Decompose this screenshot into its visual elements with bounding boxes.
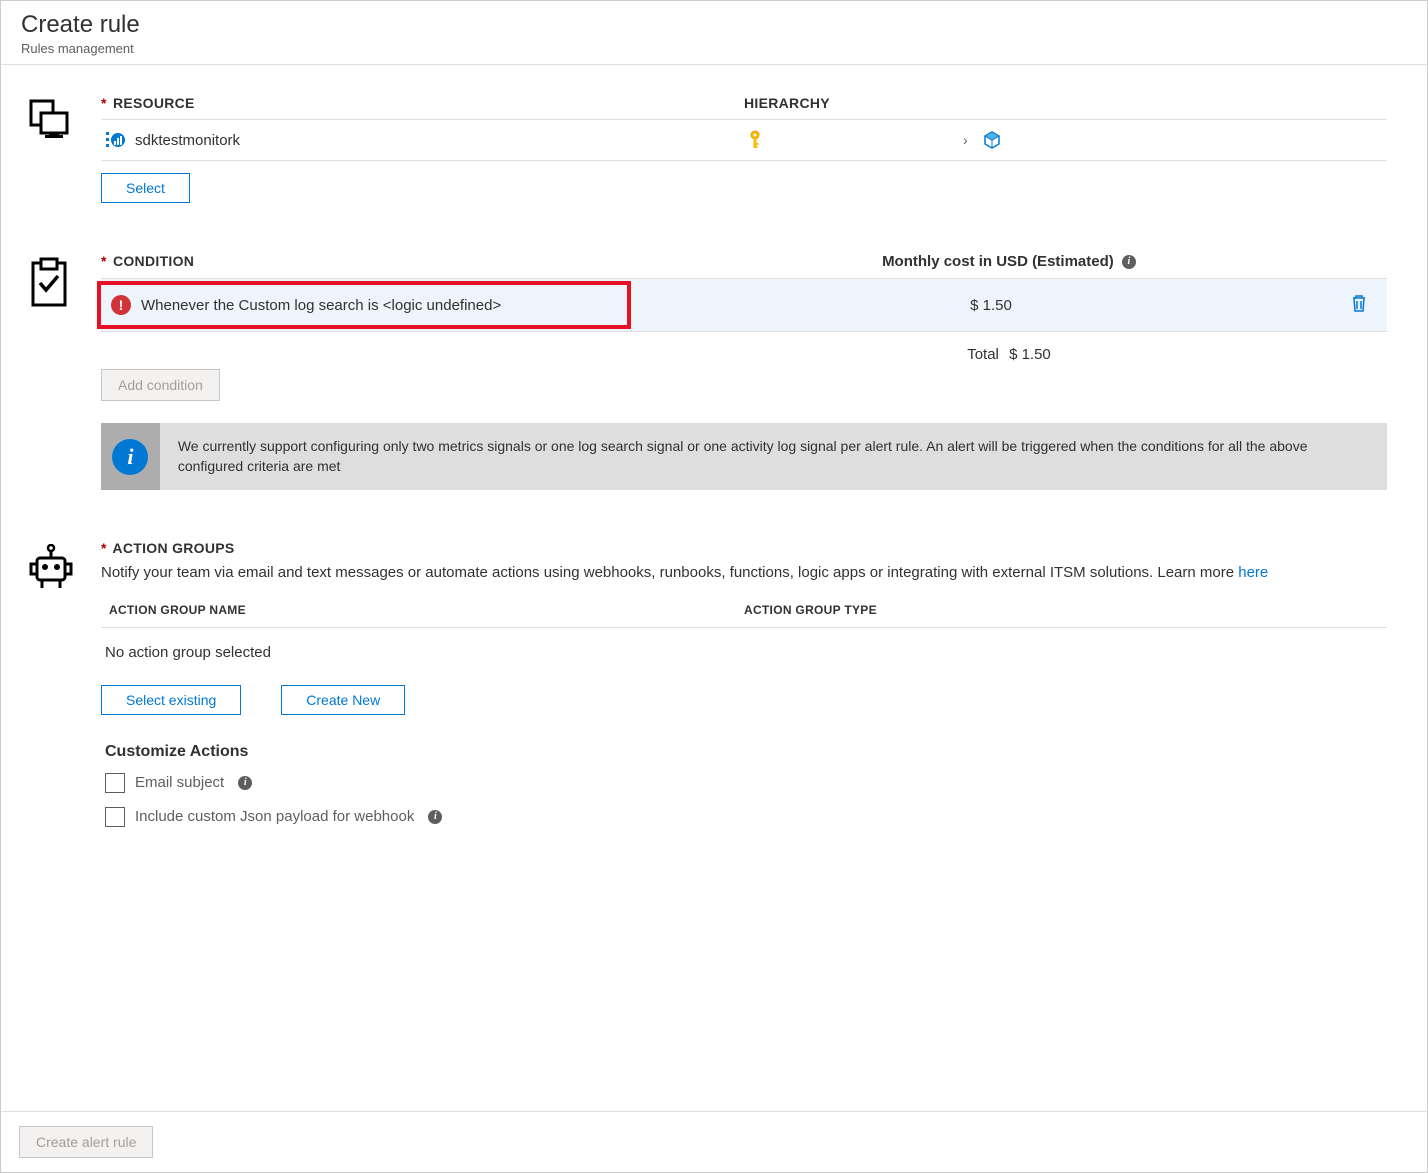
page-header: Create rule Rules management <box>1 1 1427 65</box>
condition-info-banner: i We currently support configuring only … <box>101 423 1387 490</box>
hierarchy-label: HIERARCHY <box>744 95 830 111</box>
condition-label: * CONDITION <box>101 253 194 269</box>
action-group-name-header: ACTION GROUP NAME <box>109 603 744 617</box>
required-indicator: * <box>101 540 107 556</box>
create-alert-rule-button: Create alert rule <box>19 1126 153 1158</box>
condition-section-icon <box>21 253 101 490</box>
email-subject-checkbox[interactable] <box>105 773 125 793</box>
email-subject-label: Email subject <box>135 774 224 791</box>
resource-section-icon <box>21 95 101 203</box>
resource-section: * RESOURCE HIERARCHY <box>21 95 1407 203</box>
action-groups-label: * ACTION GROUPS <box>101 540 235 556</box>
required-indicator: * <box>101 95 107 111</box>
info-icon[interactable]: i <box>1122 255 1136 269</box>
condition-item-row[interactable]: ! Whenever the Custom log search is <log… <box>101 279 1387 332</box>
clipboard-check-icon <box>27 257 71 309</box>
resource-label: * RESOURCE <box>101 95 195 111</box>
info-icon[interactable]: i <box>428 810 442 824</box>
robot-icon <box>27 544 75 592</box>
select-existing-button[interactable]: Select existing <box>101 685 241 715</box>
learn-more-link[interactable]: here <box>1238 564 1268 581</box>
page-title: Create rule <box>21 11 1407 39</box>
total-label: Total <box>967 346 999 363</box>
page-subtitle: Rules management <box>21 41 1407 56</box>
add-condition-button: Add condition <box>101 369 220 401</box>
action-group-type-header: ACTION GROUP TYPE <box>744 603 1379 617</box>
info-banner-text: We currently support configuring only tw… <box>160 423 1387 490</box>
log-analytics-icon <box>105 130 125 150</box>
footer-bar: Create alert rule <box>1 1111 1427 1172</box>
json-payload-label: Include custom Json payload for webhook <box>135 808 414 825</box>
info-icon: i <box>112 439 148 475</box>
action-groups-section: * ACTION GROUPS Notify your team via ema… <box>21 540 1407 841</box>
condition-cost: $ 1.50 <box>631 297 1351 314</box>
required-indicator: * <box>101 253 107 269</box>
resource-name: sdktestmonitork <box>135 132 240 149</box>
delete-condition-button[interactable] <box>1351 294 1367 317</box>
monthly-cost-header: Monthly cost in USD (Estimated) <box>882 253 1114 270</box>
json-payload-checkbox[interactable] <box>105 807 125 827</box>
info-icon[interactable]: i <box>238 776 252 790</box>
action-groups-section-icon <box>21 540 101 841</box>
condition-text: Whenever the Custom log search is <logic… <box>141 297 501 314</box>
condition-highlight: ! Whenever the Custom log search is <log… <box>97 281 631 329</box>
customize-actions-title: Customize Actions <box>105 743 1387 761</box>
monitor-icon <box>27 99 71 143</box>
action-group-empty: No action group selected <box>101 628 1387 677</box>
total-value: $ 1.50 <box>1009 346 1051 363</box>
chevron-right-icon: › <box>963 132 968 148</box>
key-icon <box>747 130 763 150</box>
select-resource-button[interactable]: Select <box>101 173 190 203</box>
alert-icon: ! <box>111 295 131 315</box>
action-groups-description: Notify your team via email and text mess… <box>101 562 1387 585</box>
resource-row[interactable]: sdktestmonitork › <box>101 120 1387 161</box>
create-new-button[interactable]: Create New <box>281 685 405 715</box>
resource-group-icon <box>982 130 1002 150</box>
condition-section: * CONDITION Monthly cost in USD (Estimat… <box>21 253 1407 490</box>
